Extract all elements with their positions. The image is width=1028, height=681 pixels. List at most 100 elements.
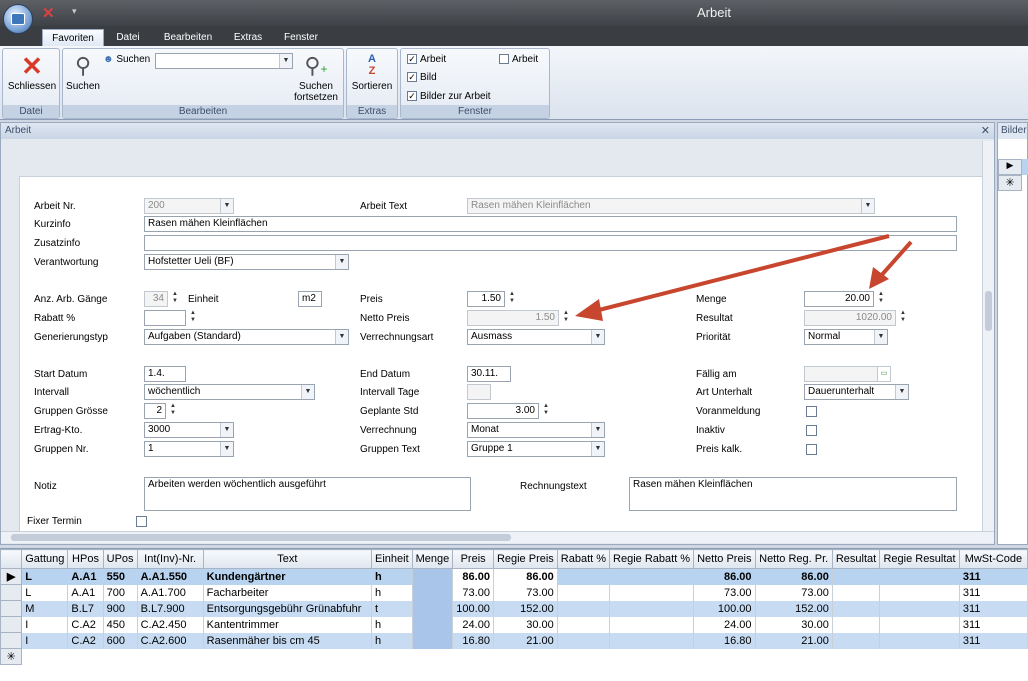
cell-text[interactable]: Kantentrimmer: [203, 616, 373, 633]
cell-rabatt[interactable]: [557, 632, 611, 649]
cell-rabatt[interactable]: [557, 584, 611, 601]
cell-menge[interactable]: [412, 568, 454, 585]
col-hpos[interactable]: HPos: [67, 549, 104, 569]
cell-resultat[interactable]: [832, 632, 881, 649]
col-preis[interactable]: Preis: [452, 549, 494, 569]
cell-upos[interactable]: 550: [103, 568, 138, 585]
col-text[interactable]: Text: [202, 549, 373, 569]
cell-gattung[interactable]: L: [21, 584, 69, 601]
table-row[interactable]: L A.A1 700 A.A1.700 Facharbeiter h 73.00…: [0, 584, 1028, 601]
cell-hpos[interactable]: C.A2: [67, 616, 104, 633]
col-regie-rabatt[interactable]: Regie Rabatt %: [609, 549, 695, 569]
col-regie-resultat[interactable]: Regie Resultat: [879, 549, 960, 569]
cell-regie-resultat[interactable]: [879, 616, 960, 633]
tab-bearbeiten[interactable]: Bearbeiten: [158, 29, 218, 46]
row-header[interactable]: [0, 616, 23, 633]
tab-favoriten[interactable]: Favoriten: [42, 29, 104, 46]
col-netto-preis[interactable]: Netto Preis: [693, 549, 756, 569]
cell-regie-preis[interactable]: 73.00: [493, 584, 558, 601]
cell-upos[interactable]: 600: [103, 632, 138, 649]
cell-menge[interactable]: [412, 600, 454, 617]
cell-netto-preis[interactable]: 86.00: [693, 568, 756, 585]
cell-netto-reg-pr[interactable]: 30.00: [755, 616, 833, 633]
col-resultat[interactable]: Resultat: [831, 549, 881, 569]
suchen-small-button[interactable]: ☻ Suchen: [103, 54, 150, 65]
cell-netto-reg-pr[interactable]: 21.00: [755, 632, 833, 649]
cell-rabatt[interactable]: [557, 616, 611, 633]
cell-gattung[interactable]: M: [21, 600, 69, 617]
col-regie-preis[interactable]: Regie Preis: [492, 549, 558, 569]
cell-text[interactable]: Entsorgungsgebühr Grünabfuhr: [203, 600, 373, 617]
table-row[interactable]: M B.L7 900 B.L7.900 Entsorgungsgebühr Gr…: [0, 600, 1028, 617]
cell-menge[interactable]: [412, 632, 454, 649]
cell-rabatt[interactable]: [557, 568, 611, 585]
cell-int-nr[interactable]: B.L7.900: [137, 600, 204, 617]
cell-einheit[interactable]: h: [371, 568, 413, 585]
close-quick-icon[interactable]: ✕: [42, 4, 55, 22]
cell-einheit[interactable]: t: [371, 600, 413, 617]
cell-hpos[interactable]: B.L7: [67, 600, 104, 617]
cell-preis[interactable]: 100.00: [452, 600, 494, 617]
cell-text[interactable]: Kundengärtner: [203, 568, 373, 585]
cell-netto-reg-pr[interactable]: 86.00: [755, 568, 833, 585]
cell-mwst-code[interactable]: 311: [959, 584, 1028, 601]
cell-upos[interactable]: 900: [103, 600, 138, 617]
qat-dropdown-icon[interactable]: ▾: [72, 6, 77, 17]
cell-rabatt[interactable]: [557, 600, 611, 617]
fenster-arbeit-check[interactable]: ✓ Arbeit: [407, 54, 446, 65]
fenster-arbeit2-check[interactable]: Arbeit: [499, 54, 538, 65]
cell-regie-preis[interactable]: 30.00: [493, 616, 558, 633]
cell-gattung[interactable]: I: [21, 616, 69, 633]
cell-regie-resultat[interactable]: [879, 568, 960, 585]
cell-upos[interactable]: 450: [103, 616, 138, 633]
tab-fenster[interactable]: Fenster: [278, 29, 324, 46]
cell-regie-preis[interactable]: 21.00: [493, 632, 558, 649]
col-menge[interactable]: Menge: [411, 549, 454, 569]
col-gattung[interactable]: Gattung: [21, 549, 69, 569]
cell-mwst-code[interactable]: 311: [959, 568, 1028, 585]
cell-hpos[interactable]: A.A1: [67, 584, 104, 601]
cell-text[interactable]: Rasenmäher bis cm 45: [203, 632, 373, 649]
cell-mwst-code[interactable]: 311: [959, 632, 1028, 649]
col-mwst-code[interactable]: MwSt-Code: [958, 549, 1028, 569]
cell-int-nr[interactable]: A.A1.550: [137, 568, 204, 585]
cell-upos[interactable]: 700: [103, 584, 138, 601]
schliessen-button[interactable]: ✕ Schliessen: [7, 53, 57, 92]
search-combo[interactable]: ▼: [155, 53, 293, 69]
cell-text[interactable]: Facharbeiter: [203, 584, 373, 601]
col-int-nr[interactable]: Int(Inv)-Nr.: [136, 549, 204, 569]
cell-gattung[interactable]: I: [21, 632, 69, 649]
col-rabatt[interactable]: Rabatt %: [556, 549, 611, 569]
cell-menge[interactable]: [412, 616, 454, 633]
row-header[interactable]: [0, 600, 23, 617]
fenster-bild-check[interactable]: ✓ Bild: [407, 72, 437, 83]
cell-einheit[interactable]: h: [371, 616, 413, 633]
cell-menge[interactable]: [412, 584, 454, 601]
cell-regie-rabatt[interactable]: [609, 568, 695, 585]
table-row[interactable]: ▶ L A.A1 550 A.A1.550 Kundengärtner h 86…: [0, 568, 1028, 585]
cell-mwst-code[interactable]: 311: [959, 600, 1028, 617]
cell-preis[interactable]: 16.80: [452, 632, 494, 649]
selected-cell[interactable]: [1022, 159, 1028, 175]
cell-int-nr[interactable]: C.A2.450: [137, 616, 204, 633]
cell-gattung[interactable]: L: [21, 568, 69, 585]
suchen-button[interactable]: ⚲ Suchen: [65, 53, 101, 92]
cell-regie-preis[interactable]: 152.00: [493, 600, 558, 617]
cell-preis[interactable]: 24.00: [452, 616, 494, 633]
cell-regie-rabatt[interactable]: [609, 584, 695, 601]
suchen-fortsetzen-button[interactable]: ⚲+ Suchen fortsetzen: [289, 53, 343, 103]
new-row-empty[interactable]: [22, 649, 1028, 665]
new-row-icon[interactable]: ✳: [0, 648, 23, 665]
cell-regie-rabatt[interactable]: [609, 616, 695, 633]
cell-preis[interactable]: 73.00: [452, 584, 494, 601]
row-header[interactable]: [0, 584, 23, 601]
cell-regie-resultat[interactable]: [879, 584, 960, 601]
cell-netto-preis[interactable]: 16.80: [693, 632, 756, 649]
cell-int-nr[interactable]: A.A1.700: [137, 584, 204, 601]
tab-datei[interactable]: Datei: [110, 29, 146, 46]
app-menu-button[interactable]: [3, 4, 33, 34]
cell-resultat[interactable]: [832, 584, 881, 601]
sortieren-button[interactable]: AZ Sortieren: [349, 53, 395, 92]
row-header[interactable]: [0, 632, 23, 649]
table-row-new[interactable]: ✳: [0, 648, 1028, 665]
